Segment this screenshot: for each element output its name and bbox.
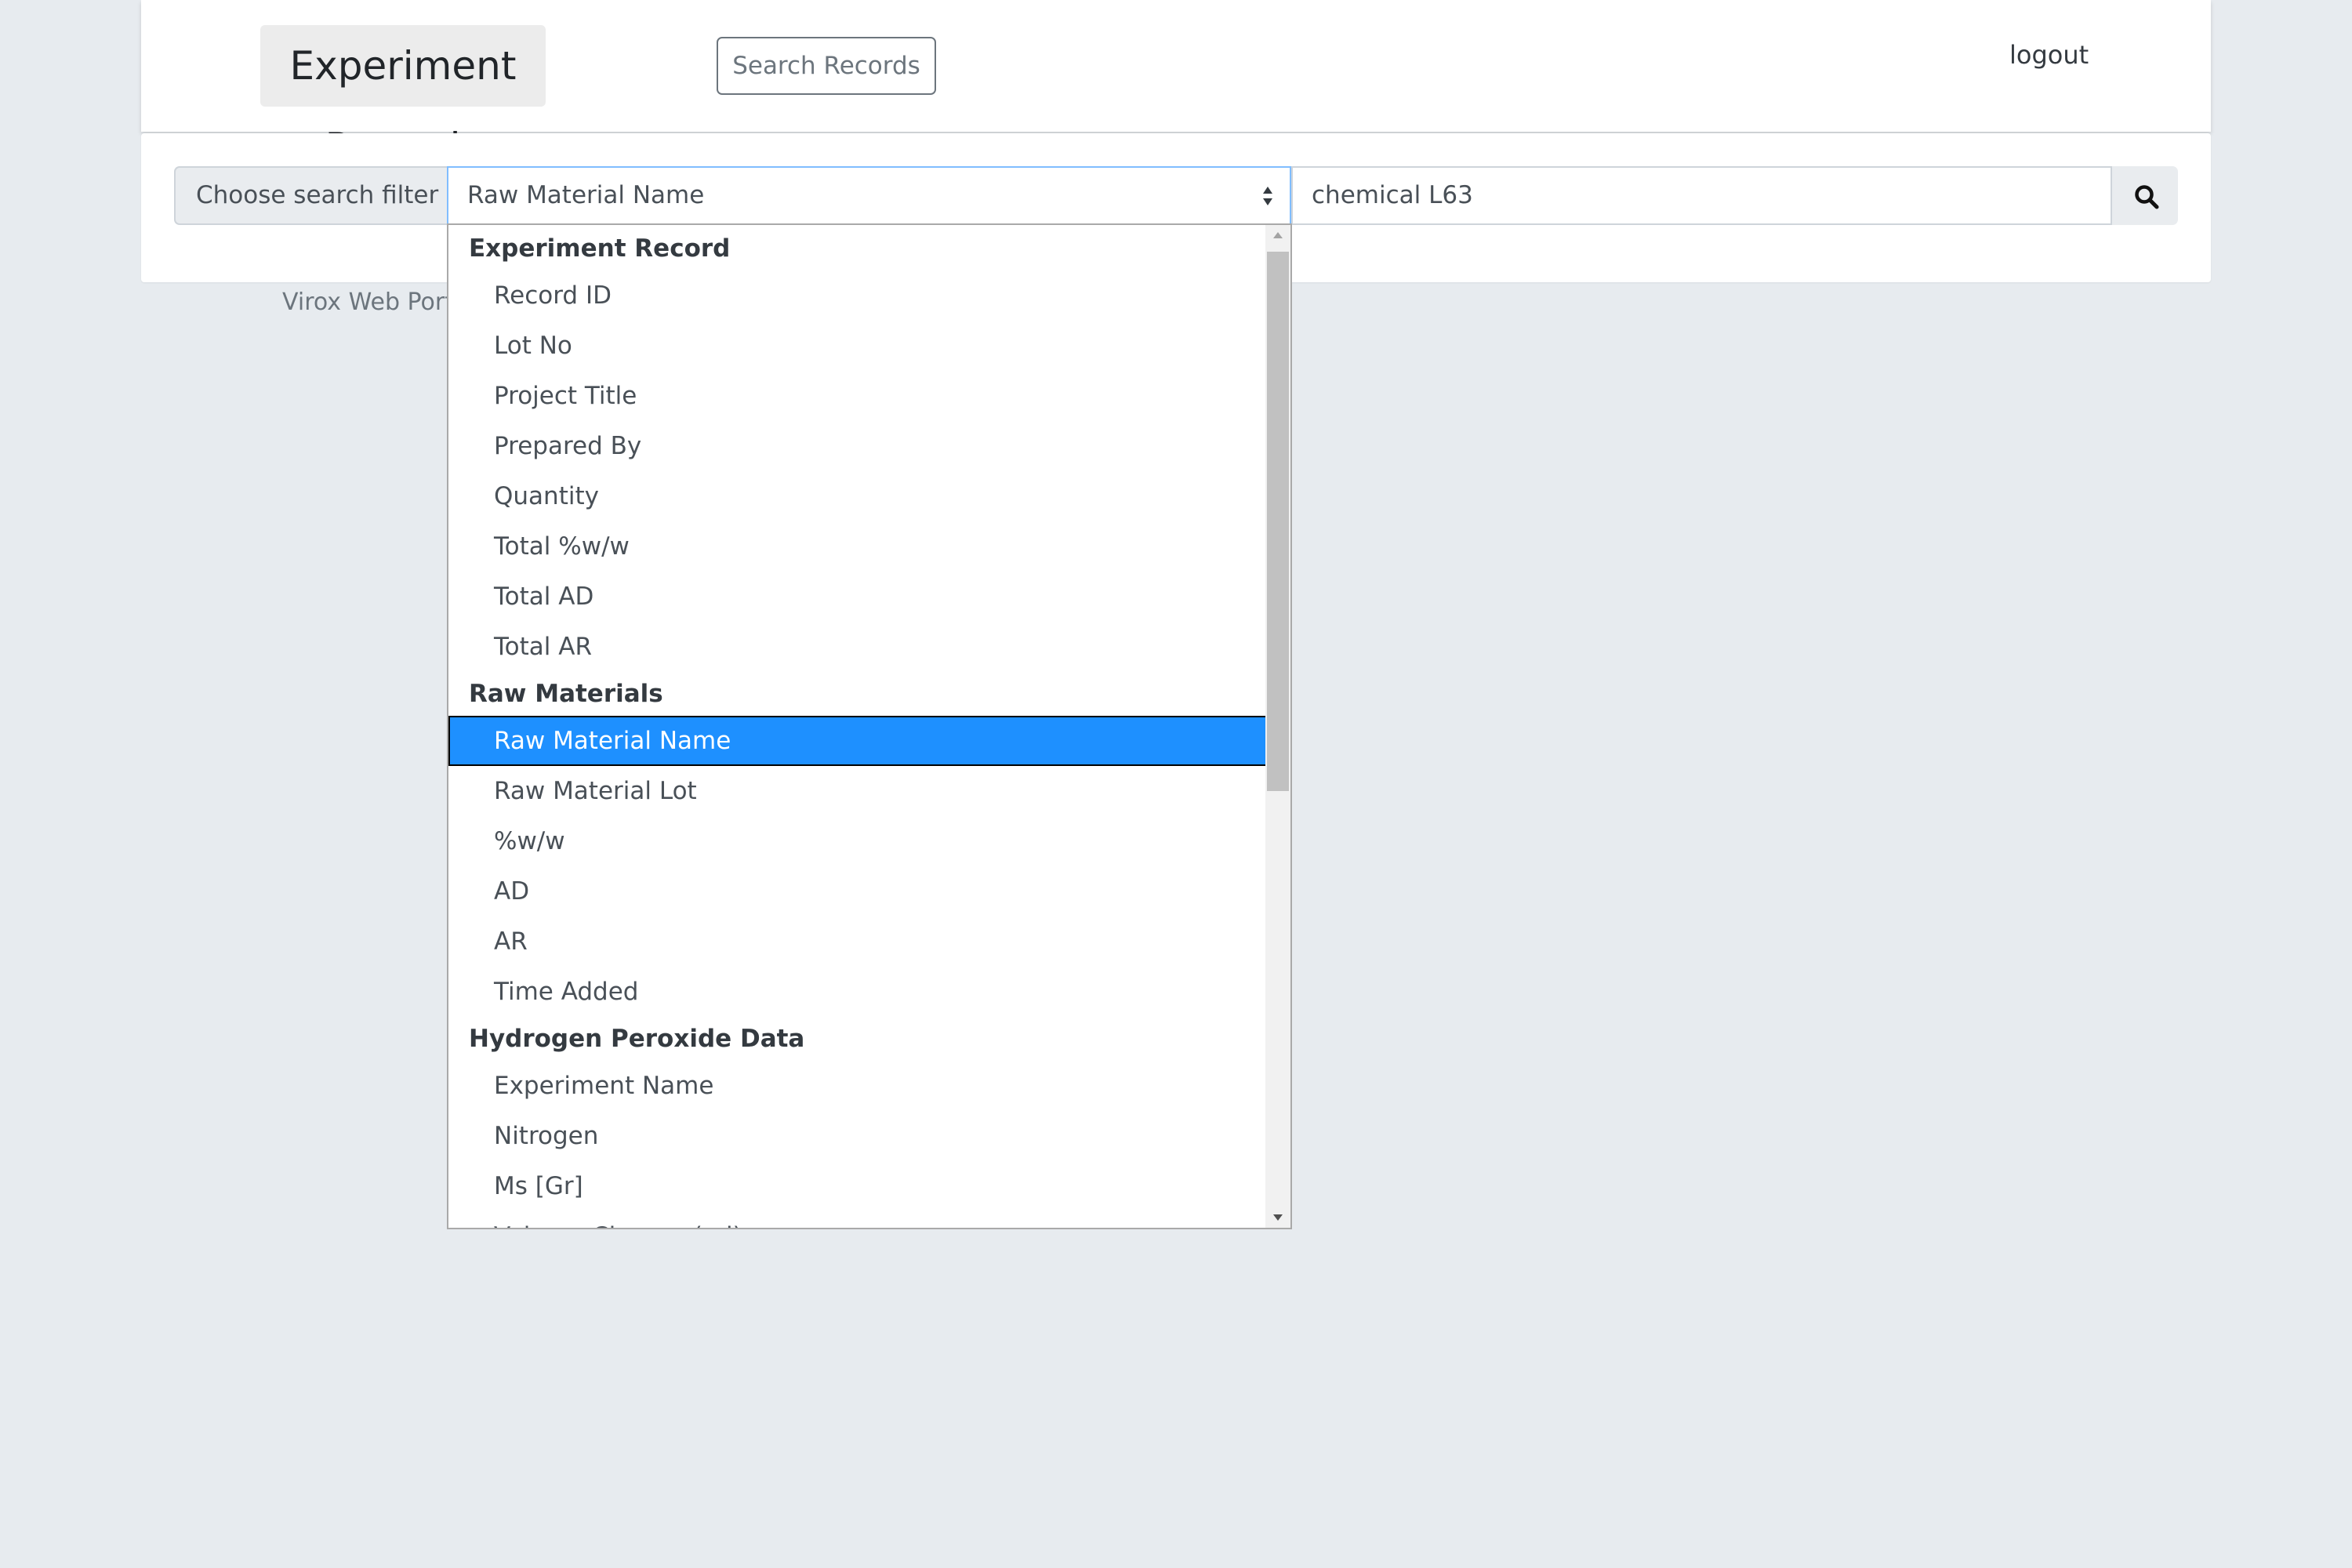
search-filter-select[interactable]: Raw Material Name: [447, 166, 1291, 225]
dropdown-group-label: Raw Materials: [469, 680, 663, 708]
dropdown-option[interactable]: Lot No: [448, 321, 1267, 371]
dropdown-option[interactable]: Total %w/w: [448, 521, 1267, 572]
dropdown-option[interactable]: AR: [448, 916, 1267, 967]
app-brand-title[interactable]: Experiment Records: [260, 25, 546, 170]
scrollbar-thumb[interactable]: [1267, 252, 1289, 791]
dropdown-option[interactable]: Ms [Gr]: [448, 1161, 1267, 1211]
dropdown-option[interactable]: Total AD: [448, 572, 1267, 622]
dropdown-option[interactable]: Quantity: [448, 471, 1267, 521]
dropdown-option[interactable]: Time Added: [448, 967, 1267, 1017]
top-navbar: Experiment Records Search Records logout: [141, 0, 2211, 170]
dropdown-option[interactable]: Prepared By: [448, 421, 1267, 471]
search-records-button[interactable]: Search Records: [717, 37, 936, 95]
search-filter-label: Choose search filter: [174, 166, 447, 225]
dropdown-group-label: Hydrogen Peroxide Data: [469, 1025, 805, 1053]
search-button[interactable]: [2112, 166, 2178, 225]
search-icon: [2135, 185, 2159, 209]
footer-text: Virox Web Portal: [282, 289, 475, 316]
search-filter-selected-value: Raw Material Name: [467, 181, 705, 209]
dropdown-scrollbar[interactable]: [1265, 225, 1290, 1228]
logout-link[interactable]: logout: [2009, 38, 2089, 72]
scroll-up-arrow-icon[interactable]: [1265, 225, 1290, 249]
dropdown-option[interactable]: Nitrogen: [448, 1111, 1267, 1161]
dropdown-option-selected[interactable]: Raw Material Name: [448, 716, 1267, 766]
dropdown-option[interactable]: Volume Change (ml): [448, 1211, 1267, 1228]
scroll-down-arrow-icon[interactable]: [1265, 1204, 1290, 1228]
dropdown-option[interactable]: Project Title: [448, 371, 1267, 421]
select-arrows-icon: [1263, 187, 1272, 205]
dropdown-option[interactable]: Experiment Name: [448, 1061, 1267, 1111]
dropdown-option[interactable]: Record ID: [448, 270, 1267, 321]
dropdown-option[interactable]: %w/w: [448, 816, 1267, 866]
search-query-input[interactable]: chemical L63: [1291, 166, 2112, 225]
dropdown-group-label: Experiment Record: [469, 234, 731, 263]
dropdown-option[interactable]: Raw Material Lot: [448, 766, 1267, 816]
search-filter-dropdown[interactable]: Experiment Record Record ID Lot No Project …: [447, 223, 1292, 1229]
dropdown-option[interactable]: AD: [448, 866, 1267, 916]
dropdown-options: Experiment Record Record ID Lot No Project …: [448, 225, 1267, 1228]
dropdown-option[interactable]: Total AR: [448, 622, 1267, 672]
